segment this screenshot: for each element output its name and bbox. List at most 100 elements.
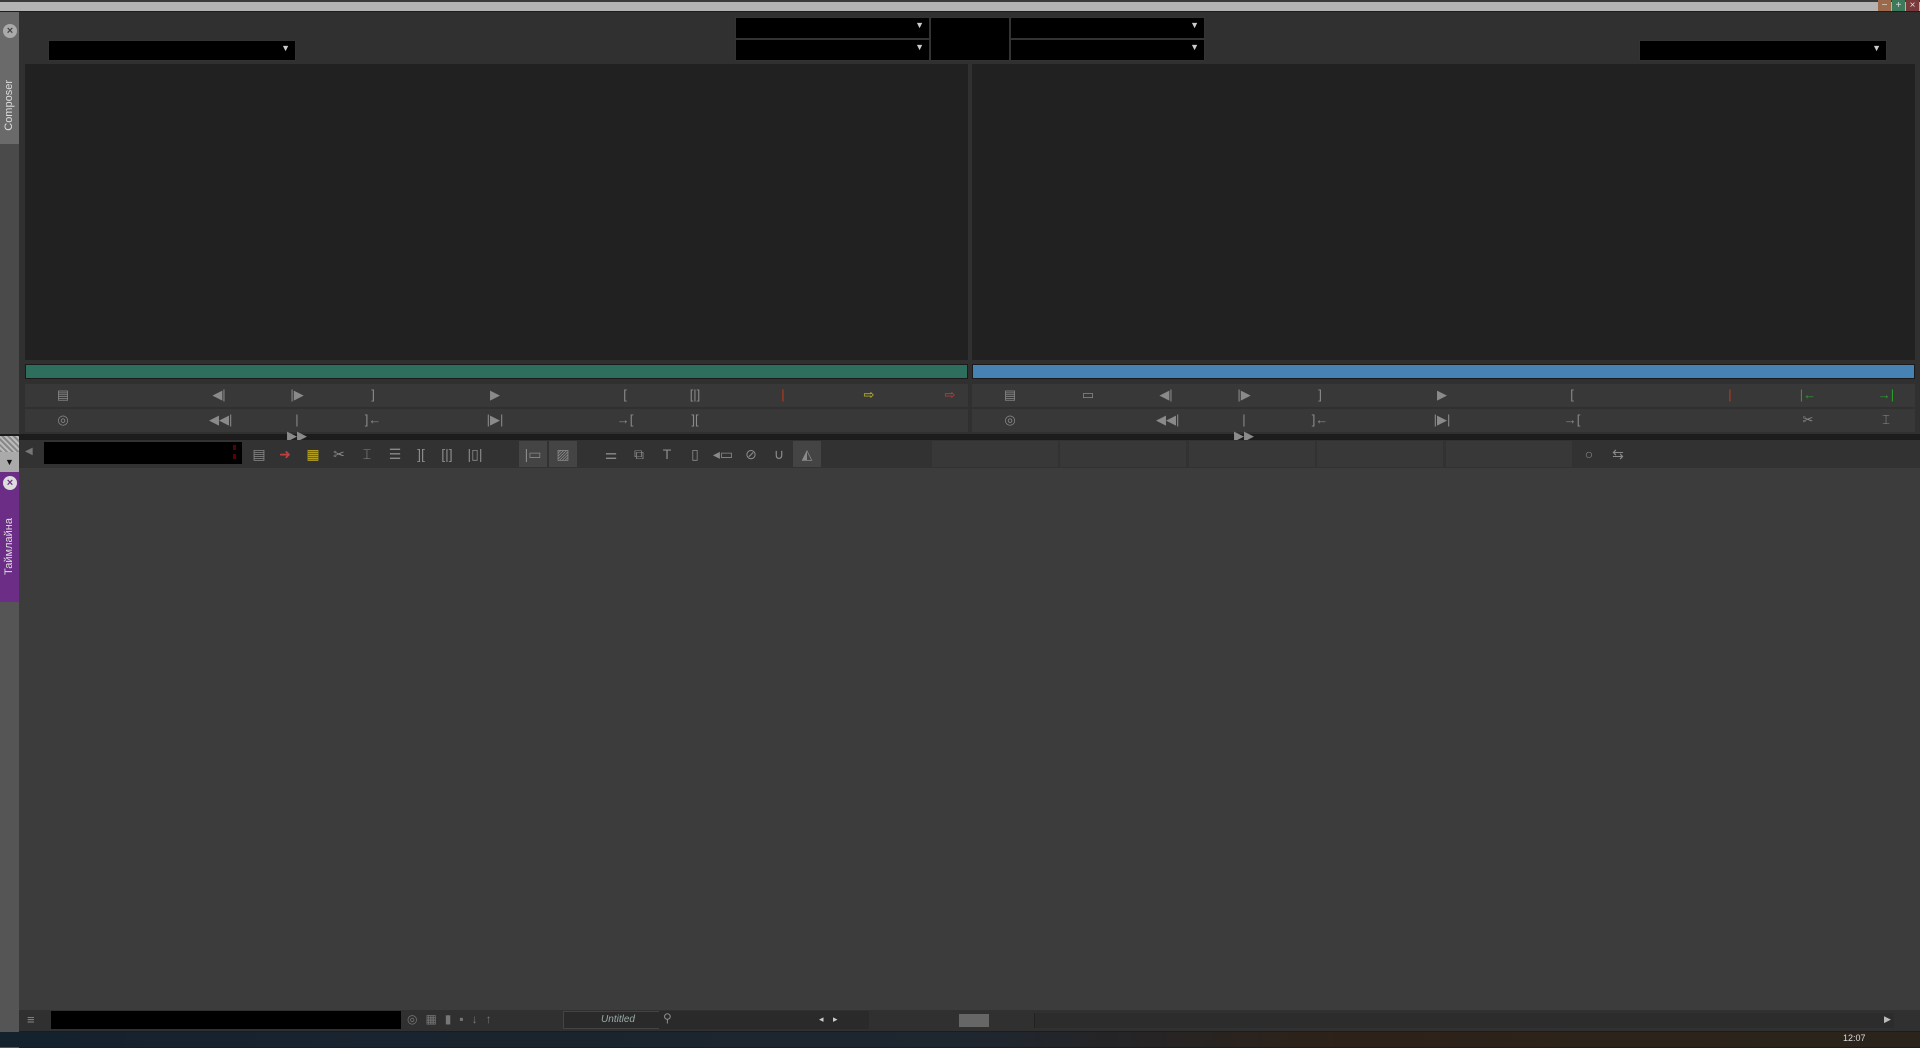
timecode-display[interactable]: [44, 442, 242, 464]
source-row2-button-5[interactable]: →[: [615, 412, 635, 428]
source-monitor[interactable]: [25, 64, 968, 360]
close-icon[interactable]: ×: [3, 24, 17, 38]
record-row2-button-3[interactable]: ]←: [1310, 412, 1330, 428]
timeline-tool-10-icon[interactable]: ▨: [549, 441, 577, 467]
source-button-9[interactable]: ⇨: [940, 387, 960, 403]
record-button-7[interactable]: |: [1720, 387, 1740, 403]
menu-icon[interactable]: ≡: [27, 1012, 35, 1027]
source-button-6[interactable]: [|]: [685, 387, 705, 403]
source-button-7[interactable]: |: [773, 387, 793, 403]
timeline-tool-0-icon[interactable]: ▤: [245, 441, 273, 467]
source-button-8[interactable]: ⇨: [859, 387, 879, 403]
record-button-6[interactable]: [: [1562, 387, 1582, 403]
toolbar-slot[interactable]: [1446, 441, 1572, 467]
record-button-1[interactable]: ▭: [1078, 387, 1098, 403]
timeline-tool-7-icon[interactable]: [|]: [433, 441, 461, 467]
record-button-2[interactable]: ◀|: [1156, 387, 1176, 403]
record-button-0[interactable]: ▤: [1000, 387, 1020, 403]
record-row2-button-6[interactable]: ✂: [1798, 412, 1818, 428]
timeline-info-field[interactable]: [51, 1011, 401, 1029]
source-button-row-1: ▤ ◀| |▶] ▶ [ [|] | ⇨ ⇨: [25, 384, 968, 407]
horizontal-scrollbar[interactable]: [1034, 1013, 1894, 1028]
timeline-tool-11-icon[interactable]: ⚌: [597, 441, 625, 467]
center-dropdown-3[interactable]: ▼: [1010, 17, 1205, 39]
clock: 12:07: [1843, 1033, 1866, 1043]
scroll-left-icon[interactable]: ◀: [25, 446, 33, 457]
record-monitor[interactable]: [972, 64, 1915, 360]
record-button-9[interactable]: →|: [1876, 387, 1896, 403]
zoom-slider-thumb[interactable]: [959, 1014, 989, 1027]
source-button-2[interactable]: |▶: [287, 387, 307, 403]
source-row2-button-4[interactable]: |▶|: [485, 412, 505, 428]
output-monitor-icon[interactable]: ⇆: [1604, 441, 1632, 467]
timeline-tool-2-icon[interactable]: ▦: [299, 441, 327, 467]
timeline-tool-3-icon[interactable]: ✂: [325, 441, 353, 467]
timeline-tool-6-icon[interactable]: ][: [407, 441, 435, 467]
timeline-tool-18-icon[interactable]: ◭: [793, 441, 821, 467]
source-position-bar[interactable]: [25, 364, 968, 379]
timeline-tab[interactable]: × Таймлайна: [0, 472, 19, 602]
toolbar-slot[interactable]: [1189, 441, 1315, 467]
record-row2-button-0[interactable]: ◎: [1000, 412, 1020, 428]
source-row2-button-1[interactable]: ◀◀|: [209, 412, 232, 428]
record-row2-button-4[interactable]: |▶|: [1432, 412, 1452, 428]
timeline-tool-13-icon[interactable]: T: [653, 441, 681, 467]
timeline-tool-16-icon[interactable]: ⊘: [737, 441, 765, 467]
timeline-side-strip: ▼ × Таймлайна: [0, 436, 19, 1048]
maximize-button[interactable]: +: [1892, 0, 1905, 11]
center-dropdown-2[interactable]: ▼: [735, 39, 930, 61]
toolbar-slot[interactable]: [932, 441, 1058, 467]
close-icon[interactable]: ×: [3, 476, 17, 490]
nav-next-icon[interactable]: ▸: [833, 1014, 838, 1025]
timeline-tool-4-icon[interactable]: ⌶: [353, 441, 381, 467]
timeline-tool-1-icon[interactable]: ➜: [271, 441, 299, 467]
record-button-3[interactable]: |▶: [1234, 387, 1254, 403]
composer-panel: × Composer ▼ ▼ ▼ ▼ ▼ ▼ ▤ ◀| |▶] ▶[[|] | ⇨ ⇨ ◎ ◀…: [0, 12, 1920, 443]
toolbar-slot[interactable]: [1060, 441, 1186, 467]
timeline-tool-8-icon[interactable]: |▯|: [461, 441, 489, 467]
timeline-tool-14-icon[interactable]: ▯: [681, 441, 709, 467]
drag-handle[interactable]: [0, 436, 19, 452]
record-status-icon[interactable]: ○: [1575, 441, 1603, 467]
minimize-button[interactable]: −: [1878, 0, 1891, 11]
timeline-tool-12-icon[interactable]: ⧉: [625, 441, 653, 467]
center-dropdown-1[interactable]: ▼: [735, 17, 930, 39]
source-button-5[interactable]: [: [615, 387, 635, 403]
nav-prev-icon[interactable]: ◂: [819, 1014, 824, 1025]
record-button-5[interactable]: ▶: [1432, 387, 1452, 403]
source-row2-button-6[interactable]: ][: [685, 412, 705, 428]
timeline-track-area[interactable]: [19, 468, 1920, 1010]
source-button-0[interactable]: ▤: [53, 387, 73, 403]
source-button-3[interactable]: ]: [363, 387, 383, 403]
timeline-tab-label: Таймлайна: [3, 518, 15, 575]
timeline-tool-9-icon[interactable]: |▭: [519, 441, 547, 467]
timeline-tool-17-icon[interactable]: ∪: [765, 441, 793, 467]
record-row2-button-5[interactable]: →[: [1562, 412, 1582, 428]
timeline-tool-5-icon[interactable]: ☰: [381, 441, 409, 467]
record-button-4[interactable]: ]: [1310, 387, 1330, 403]
scroll-right-icon[interactable]: ▶: [1884, 1014, 1891, 1025]
source-button-1[interactable]: ◀|: [209, 387, 229, 403]
center-dropdown-4[interactable]: ▼: [1010, 39, 1205, 61]
track-tools-icons[interactable]: ◎▦▮▪↓↑: [407, 1012, 500, 1026]
close-window-button[interactable]: ×: [1906, 0, 1919, 11]
center-timecode-display: [930, 17, 1010, 61]
source-row2-button-0[interactable]: ◎: [53, 412, 73, 428]
timeline-tool-15-icon[interactable]: ◂▭: [709, 441, 737, 467]
record-row2-button-1[interactable]: ◀◀|: [1156, 412, 1179, 428]
sequence-name-dropdown[interactable]: Untitled: [563, 1011, 673, 1029]
composer-tab-label: Composer: [3, 80, 15, 131]
record-sequence-dropdown[interactable]: ▼: [1639, 40, 1887, 61]
record-row2-button-7[interactable]: ⌶: [1876, 412, 1896, 428]
record-button-8[interactable]: |←: [1798, 387, 1818, 403]
toolbar-slot[interactable]: [1317, 441, 1443, 467]
source-row2-button-3[interactable]: ]←: [363, 412, 383, 428]
source-clip-dropdown[interactable]: ▼: [48, 40, 296, 61]
collapse-icon[interactable]: ▼: [0, 452, 19, 472]
record-position-bar[interactable]: [972, 364, 1915, 379]
source-button-4[interactable]: ▶: [485, 387, 505, 403]
chevron-down-icon: ▼: [915, 20, 924, 30]
record-button-row-1: ▤ ▭ ◀| |▶] ▶ [ | |← →|: [972, 384, 1915, 407]
composer-tab[interactable]: × Composer: [0, 12, 19, 144]
title-bar: [0, 0, 1920, 11]
